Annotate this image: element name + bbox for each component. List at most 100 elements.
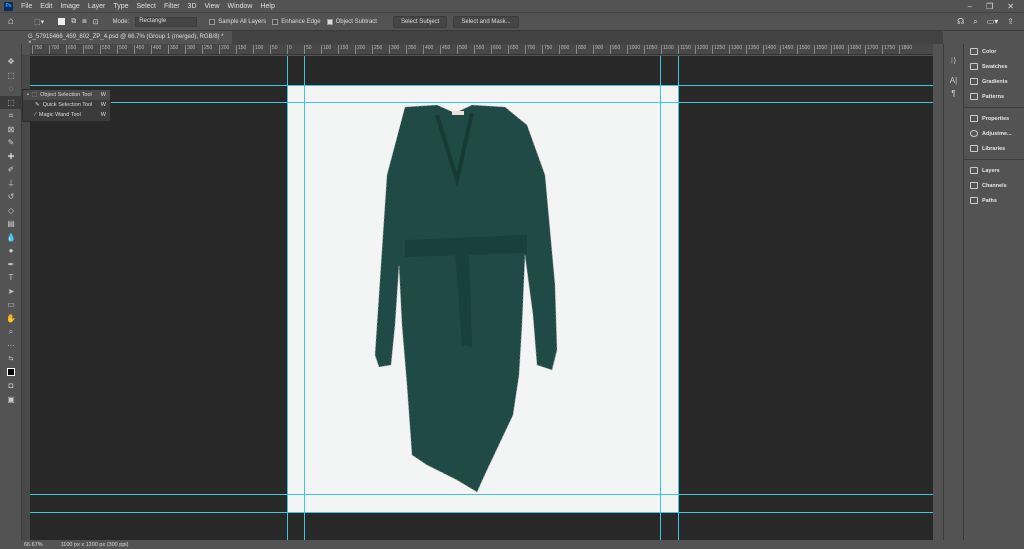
- search-icon[interactable]: ⌕: [973, 17, 977, 27]
- panel-paths[interactable]: Paths: [964, 193, 1024, 208]
- type-tool-icon[interactable]: T: [0, 271, 22, 285]
- divider: [964, 107, 1024, 108]
- rectangle-tool-icon[interactable]: ▭: [0, 298, 22, 312]
- object-subtract-checkbox[interactable]: Object Subtract: [326, 18, 377, 25]
- learn-icon[interactable]: ☊: [957, 17, 964, 27]
- ruler-label: 350: [168, 45, 178, 54]
- color-swatches-icon[interactable]: [0, 366, 22, 380]
- document-info[interactable]: 1100 px x 1200 px (300 ppi): [61, 542, 129, 548]
- menu-file[interactable]: File: [17, 3, 36, 10]
- more-tools-icon[interactable]: ···: [0, 339, 22, 353]
- menu-type[interactable]: Type: [109, 3, 132, 10]
- hand-tool-icon[interactable]: ✋: [0, 312, 22, 326]
- guide-vertical[interactable]: [660, 56, 661, 540]
- menu-select[interactable]: Select: [133, 3, 160, 10]
- eyedropper-tool-icon[interactable]: ✎: [0, 136, 22, 150]
- mode-select[interactable]: Rectangle: [135, 16, 198, 27]
- sample-all-layers-checkbox[interactable]: Sample All Layers: [209, 18, 266, 25]
- panel-label: Layers: [982, 167, 1000, 174]
- frame-tool-icon[interactable]: ⊠: [0, 123, 22, 137]
- minimize-icon[interactable]: –: [968, 2, 972, 11]
- flyout-shortcut: W: [100, 112, 106, 118]
- document-tab[interactable]: G_57915466_459_802_ZP_4.psd @ 66.7% (Gro…: [22, 31, 232, 46]
- close-window-icon[interactable]: ✕: [1007, 2, 1014, 11]
- ruler-label: 200: [355, 45, 365, 54]
- add-selection-icon[interactable]: ⧉: [71, 18, 76, 26]
- clone-stamp-icon[interactable]: ⍊: [0, 177, 22, 191]
- flyout-item-quick-selection[interactable]: ✎ Quick Selection Tool W: [23, 100, 110, 110]
- zoom-tool-icon[interactable]: ⌕: [0, 325, 22, 339]
- brush-tool-icon[interactable]: ✐: [0, 163, 22, 177]
- panel-properties[interactable]: Properties: [964, 111, 1024, 126]
- panel-channels[interactable]: Channels: [964, 178, 1024, 193]
- path-selection-icon[interactable]: ➤: [0, 285, 22, 299]
- history-icon[interactable]: ⁝⟩: [944, 54, 963, 68]
- subtract-selection-icon[interactable]: ⧈: [82, 18, 86, 26]
- ruler-label: 100: [321, 45, 331, 54]
- menu-window[interactable]: Window: [224, 3, 257, 10]
- restore-icon[interactable]: ❐: [986, 2, 993, 11]
- move-tool-icon[interactable]: ✥: [0, 55, 22, 69]
- dodge-tool-icon[interactable]: ●: [0, 244, 22, 258]
- ruler-label: 200: [219, 45, 229, 54]
- document-canvas[interactable]: [287, 85, 678, 512]
- panel-label: Properties: [982, 115, 1010, 122]
- healing-brush-icon[interactable]: ✚: [0, 150, 22, 164]
- ruler-label: 1050: [644, 45, 657, 54]
- guide-vertical[interactable]: [304, 56, 305, 540]
- guide-horizontal[interactable]: [30, 102, 933, 103]
- panel-gradients[interactable]: Gradients: [964, 74, 1024, 89]
- panel-libraries[interactable]: Libraries: [964, 141, 1024, 156]
- paths-icon: [970, 197, 978, 204]
- guide-vertical[interactable]: [678, 56, 679, 540]
- panel-layers[interactable]: Layers: [964, 163, 1024, 178]
- enhance-edge-checkbox[interactable]: Enhance Edge: [272, 18, 321, 25]
- menu-view[interactable]: View: [201, 3, 224, 10]
- menu-3d[interactable]: 3D: [184, 3, 201, 10]
- ruler-label: 850: [576, 45, 586, 54]
- blur-tool-icon[interactable]: 💧: [0, 231, 22, 245]
- panel-adjustments[interactable]: Adjustme...: [964, 126, 1024, 141]
- character-icon[interactable]: A|: [944, 74, 963, 88]
- ruler-label: 650: [66, 45, 76, 54]
- crop-tool-icon[interactable]: ⌗: [0, 109, 22, 123]
- ruler-label: 50: [304, 45, 312, 54]
- new-selection-icon[interactable]: [58, 18, 66, 25]
- menu-image[interactable]: Image: [56, 3, 83, 10]
- panel-patterns[interactable]: Patterns: [964, 89, 1024, 104]
- menu-help[interactable]: Help: [256, 3, 278, 10]
- flyout-item-magic-wand[interactable]: ⁄ Magic Wand Tool W: [23, 110, 110, 120]
- gradient-tool-icon[interactable]: ▤: [0, 217, 22, 231]
- marquee-tool-icon[interactable]: ⬚: [0, 69, 22, 83]
- select-and-mask-button[interactable]: Select and Mask...: [453, 15, 519, 28]
- workspace-icon[interactable]: ▭▾: [987, 17, 999, 27]
- flyout-item-object-selection[interactable]: ▪ ⬚ Object Selection Tool W: [23, 90, 110, 100]
- lasso-tool-icon[interactable]: ◌: [0, 82, 22, 96]
- pen-tool-icon[interactable]: ✒: [0, 258, 22, 272]
- select-subject-button[interactable]: Select Subject: [392, 15, 448, 28]
- menu-edit[interactable]: Edit: [36, 3, 56, 10]
- share-icon[interactable]: ⇪: [1007, 17, 1014, 27]
- menu-layer[interactable]: Layer: [84, 3, 110, 10]
- guide-horizontal[interactable]: [30, 512, 933, 513]
- guide-horizontal[interactable]: [30, 494, 933, 495]
- menu-filter[interactable]: Filter: [160, 3, 184, 10]
- paragraph-icon[interactable]: ¶: [944, 87, 963, 101]
- object-selection-tool-icon[interactable]: ⬚: [0, 95, 22, 109]
- guide-horizontal[interactable]: [30, 85, 933, 86]
- panel-color[interactable]: Color: [964, 44, 1024, 59]
- ruler-label: 900: [593, 45, 603, 54]
- active-dot-icon: ▪: [27, 92, 29, 98]
- screen-mode-icon[interactable]: ▣: [0, 393, 22, 407]
- home-icon[interactable]: ⌂: [8, 16, 14, 27]
- canvas-area[interactable]: [30, 56, 933, 540]
- guide-vertical[interactable]: [287, 56, 288, 540]
- intersect-selection-icon[interactable]: ⊡: [93, 18, 99, 26]
- eraser-tool-icon[interactable]: ◇: [0, 204, 22, 218]
- swap-colors-icon[interactable]: ⇆: [0, 352, 22, 366]
- tool-preset-icon[interactable]: ⬚▾: [34, 18, 44, 26]
- zoom-level[interactable]: 66.67%: [24, 542, 43, 548]
- history-brush-icon[interactable]: ↺: [0, 190, 22, 204]
- panel-swatches[interactable]: Swatches: [964, 59, 1024, 74]
- quick-mask-icon[interactable]: ◘: [0, 379, 22, 393]
